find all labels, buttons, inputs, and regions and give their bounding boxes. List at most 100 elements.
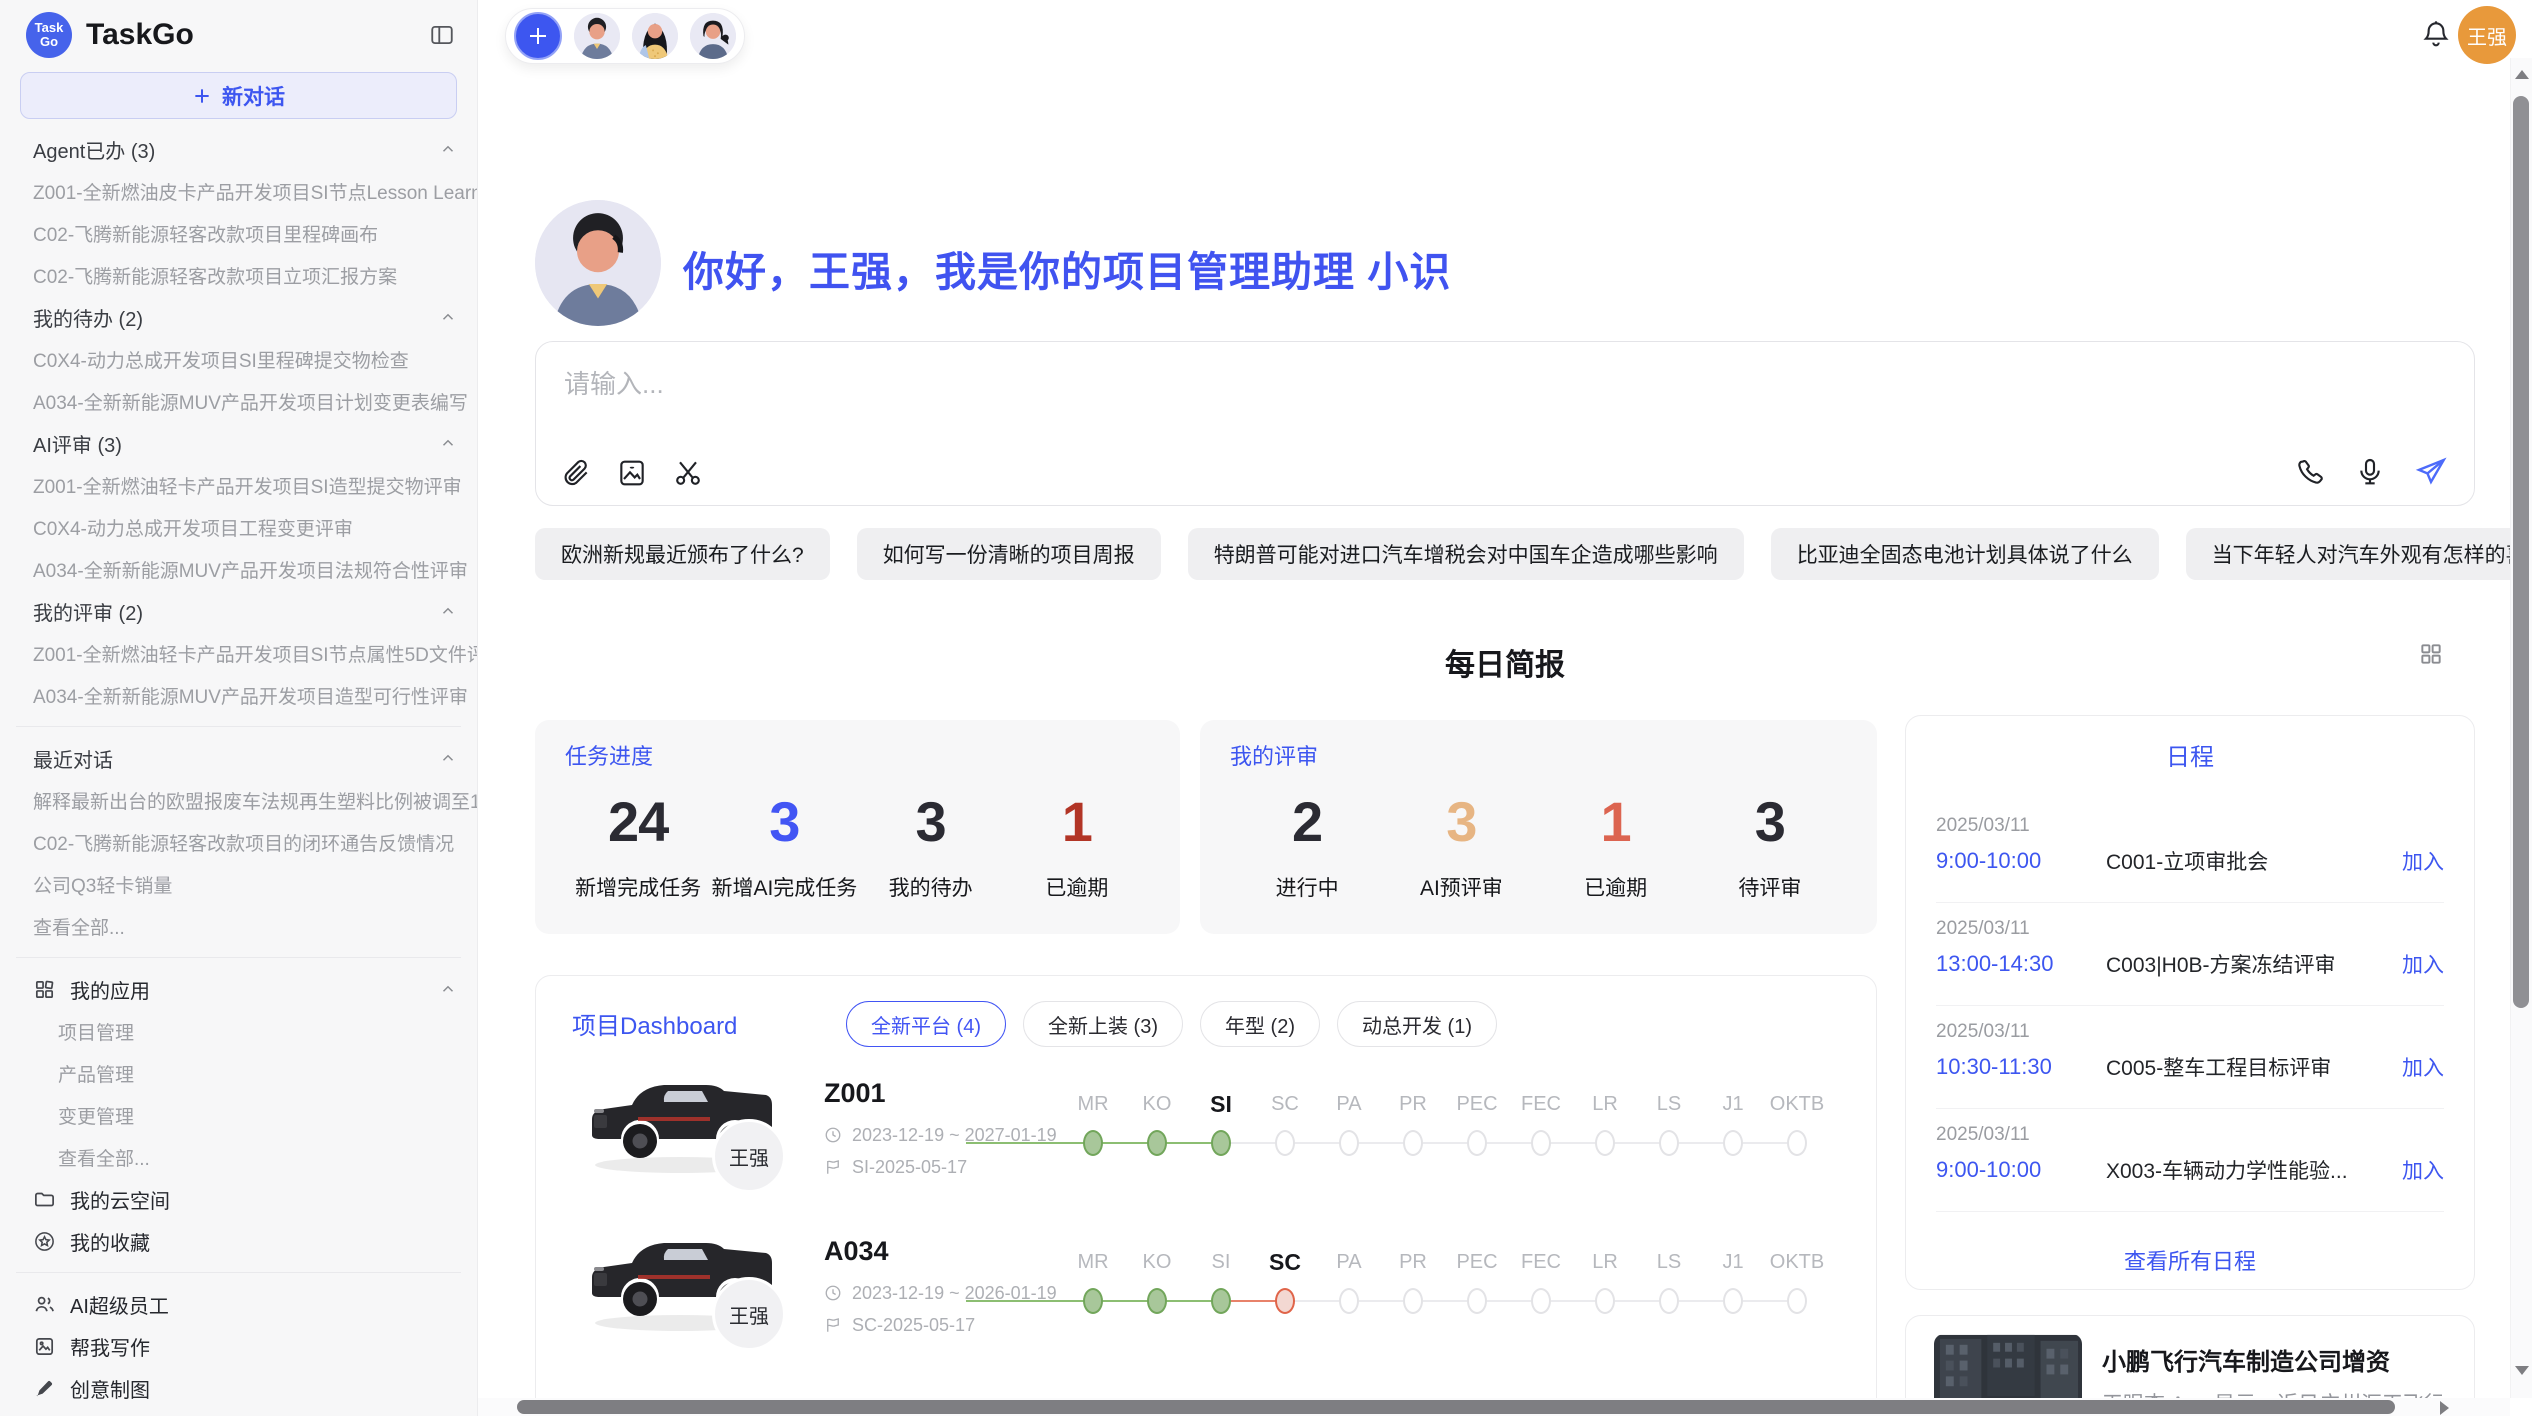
milestone-label: J1 xyxy=(1722,1086,1743,1122)
pen-nib-icon xyxy=(33,1377,56,1400)
sidebar-item-label: 帮我写作 xyxy=(70,1332,150,1361)
app-item-change-mgmt[interactable]: 变更管理 xyxy=(0,1094,477,1136)
schedule-item[interactable]: 2025/03/11 10:30-11:30 C005-整车工程目标评审 加入 xyxy=(1936,1006,2444,1109)
news-title: 小鹏飞行汽车制造公司增资 xyxy=(2102,1342,2390,1377)
list-item[interactable]: C0X4-动力总成开发项目SI里程碑提交物检查 xyxy=(0,338,477,380)
suggestion-chip[interactable]: 欧洲新规最近颁布了什么? xyxy=(535,528,830,580)
avatar[interactable] xyxy=(690,13,736,59)
milestone-label: SC xyxy=(1271,1086,1299,1122)
section-title: 我的待办 (2) xyxy=(33,303,143,332)
app-item-project-mgmt[interactable]: 项目管理 xyxy=(0,1010,477,1052)
notification-bell-icon[interactable] xyxy=(2420,18,2452,50)
list-item[interactable]: A034-全新新能源MUV产品开发项目法规符合性评审 xyxy=(0,548,477,590)
project-row[interactable]: 王强 Z001 2023-12-19 ~ 2027-01-19 SI-2025-… xyxy=(536,976,1876,1134)
logo-line1: Task xyxy=(35,21,64,35)
section-my-todo[interactable]: 我的待办 (2) xyxy=(0,296,477,338)
image-upload-icon[interactable] xyxy=(616,457,648,489)
section-my-review[interactable]: 我的评审 (2) xyxy=(0,590,477,632)
avatar[interactable] xyxy=(574,13,620,59)
sidebar-item-cloud-space[interactable]: 我的云空间 xyxy=(0,1178,477,1220)
project-code: A034 xyxy=(824,1234,889,1268)
horizontal-scrollbar-thumb[interactable] xyxy=(517,1400,2395,1414)
chat-input[interactable] xyxy=(562,362,1766,424)
taskgo-home-page: Task Go TaskGo 新对话 Agent已办 (3) Z001-全新燃油… xyxy=(0,0,2532,1416)
stat-new-done: 24 新增完成任务 xyxy=(565,792,711,902)
schedule-title: 日程 xyxy=(1936,740,2444,776)
stat-ai-prereview: 3 AI预评审 xyxy=(1384,792,1538,902)
schedule-item[interactable]: 2025/03/11 13:00-14:30 C003|H0B-方案冻结评审 加… xyxy=(1936,903,2444,1006)
suggestion-chip[interactable]: 当下年轻人对汽车外观有怎样的喜好趋势 xyxy=(2186,528,2532,580)
stat-label: 已逾期 xyxy=(1584,872,1647,902)
sidebar-collapse-icon[interactable] xyxy=(429,22,455,48)
section-recent-chats[interactable]: 最近对话 xyxy=(0,737,477,779)
list-item[interactable]: A034-全新新能源MUV产品开发项目计划变更表编写 xyxy=(0,380,477,422)
join-button[interactable]: 加入 xyxy=(2402,846,2444,876)
vertical-scrollbar-thumb[interactable] xyxy=(2513,96,2529,1008)
view-all-apps-link[interactable]: 查看全部... xyxy=(0,1136,477,1178)
suggestion-chip[interactable]: 如何写一份清晰的项目周报 xyxy=(857,528,1161,580)
suggestion-chip[interactable]: 特朗普可能对进口汽车增税会对中国车企造成哪些影响 xyxy=(1188,528,1744,580)
attachment-icon[interactable] xyxy=(560,457,592,489)
new-chat-button[interactable]: 新对话 xyxy=(20,72,457,119)
scroll-down-arrow[interactable] xyxy=(2515,1366,2529,1375)
sidebar-item-favorites[interactable]: 我的收藏 xyxy=(0,1220,477,1262)
phone-icon[interactable] xyxy=(2294,456,2326,488)
sidebar-item-help-write[interactable]: 帮我写作 xyxy=(0,1325,477,1367)
microphone-icon[interactable] xyxy=(2354,456,2386,488)
milestone-label: LS xyxy=(1657,1086,1681,1122)
schedule-item[interactable]: 2025/03/11 9:00-10:00 C001-立项审批会 加入 xyxy=(1936,800,2444,903)
list-item[interactable]: Z001-全新燃油皮卡产品开发项目SI节点Lesson Learn报告 xyxy=(0,170,477,212)
project-row[interactable]: 王强 A034 2023-12-19 ~ 2026-01-19 SC-2025-… xyxy=(536,1134,1876,1292)
divider xyxy=(16,957,461,958)
stat-value: 3 xyxy=(769,792,799,852)
milestone-label: PA xyxy=(1336,1086,1361,1122)
section-agent-done[interactable]: Agent已办 (3) xyxy=(0,128,477,170)
view-all-schedule-link[interactable]: 查看所有日程 xyxy=(1936,1244,2444,1276)
sidebar-item-ai-employee[interactable]: AI超级员工 xyxy=(0,1283,477,1325)
schedule-time: 9:00-10:00 xyxy=(1936,1157,2106,1183)
sidebar-item-creative-draw[interactable]: 创意制图 xyxy=(0,1367,477,1409)
logo-line2: Go xyxy=(40,35,58,49)
join-button[interactable]: 加入 xyxy=(2402,1155,2444,1185)
join-button[interactable]: 加入 xyxy=(2402,1052,2444,1082)
sidebar-item-my-apps[interactable]: 我的应用 xyxy=(0,968,477,1010)
list-item[interactable]: C02-飞腾新能源轻客改款项目立项汇报方案 xyxy=(0,254,477,296)
section-title: 最近对话 xyxy=(33,744,113,773)
milestone-label: PR xyxy=(1399,1086,1427,1122)
stat-overdue: 1 已逾期 xyxy=(1539,792,1693,902)
view-all-chats-link[interactable]: 查看全部... xyxy=(0,905,477,947)
user-avatar[interactable]: 王强 xyxy=(2458,6,2516,64)
milestone-dot xyxy=(1595,1288,1615,1314)
list-item[interactable]: Z001-全新燃油轻卡产品开发项目SI节点属性5D文件评审 xyxy=(0,632,477,674)
avatar[interactable] xyxy=(632,13,678,59)
plus-icon xyxy=(526,24,550,48)
section-ai-review[interactable]: AI评审 (3) xyxy=(0,422,477,464)
stat-value: 24 xyxy=(608,792,668,852)
list-item[interactable]: C0X4-动力总成开发项目工程变更评审 xyxy=(0,506,477,548)
schedule-item[interactable]: 2025/03/11 9:00-10:00 X003-车辆动力学性能验... 加… xyxy=(1936,1109,2444,1212)
list-item[interactable]: A034-全新新能源MUV产品开发项目造型可行性评审 xyxy=(0,674,477,716)
schedule-date: 2025/03/11 xyxy=(1936,1020,2444,1044)
scroll-up-arrow[interactable] xyxy=(2515,70,2529,79)
suggestion-chip[interactable]: 比亚迪全固态电池计划具体说了什么 xyxy=(1771,528,2159,580)
list-item[interactable]: 解释最新出台的欧盟报废车法规再生塑料比例被调至15%... xyxy=(0,779,477,821)
milestone-dot xyxy=(1403,1288,1423,1314)
milestone-label: PA xyxy=(1336,1244,1361,1280)
send-icon[interactable] xyxy=(2414,455,2448,489)
list-item[interactable]: C02-飞腾新能源轻客改款项目的闭环通告反馈情况 xyxy=(0,821,477,863)
app-item-product-mgmt[interactable]: 产品管理 xyxy=(0,1052,477,1094)
card-title: 任务进度 xyxy=(565,744,1150,770)
list-item[interactable]: C02-飞腾新能源轻客改款项目里程碑画布 xyxy=(0,212,477,254)
list-item[interactable]: Z001-全新燃油轻卡产品开发项目SI造型提交物评审 xyxy=(0,464,477,506)
scroll-right-arrow[interactable] xyxy=(2440,1401,2449,1415)
join-button[interactable]: 加入 xyxy=(2402,949,2444,979)
add-agent-button[interactable] xyxy=(514,12,562,60)
layout-grid-icon[interactable] xyxy=(2418,641,2444,667)
schedule-time: 9:00-10:00 xyxy=(1936,848,2106,874)
list-item[interactable]: 公司Q3轻卡销量 xyxy=(0,863,477,905)
milestone-label: MR xyxy=(1077,1244,1108,1280)
people-icon xyxy=(33,1293,56,1316)
scissors-icon[interactable] xyxy=(672,457,704,489)
stat-label: AI预评审 xyxy=(1420,872,1503,902)
my-review-card: 我的评审 2 进行中 3 AI预评审 1 已逾期 3 待评审 xyxy=(1200,720,1877,934)
